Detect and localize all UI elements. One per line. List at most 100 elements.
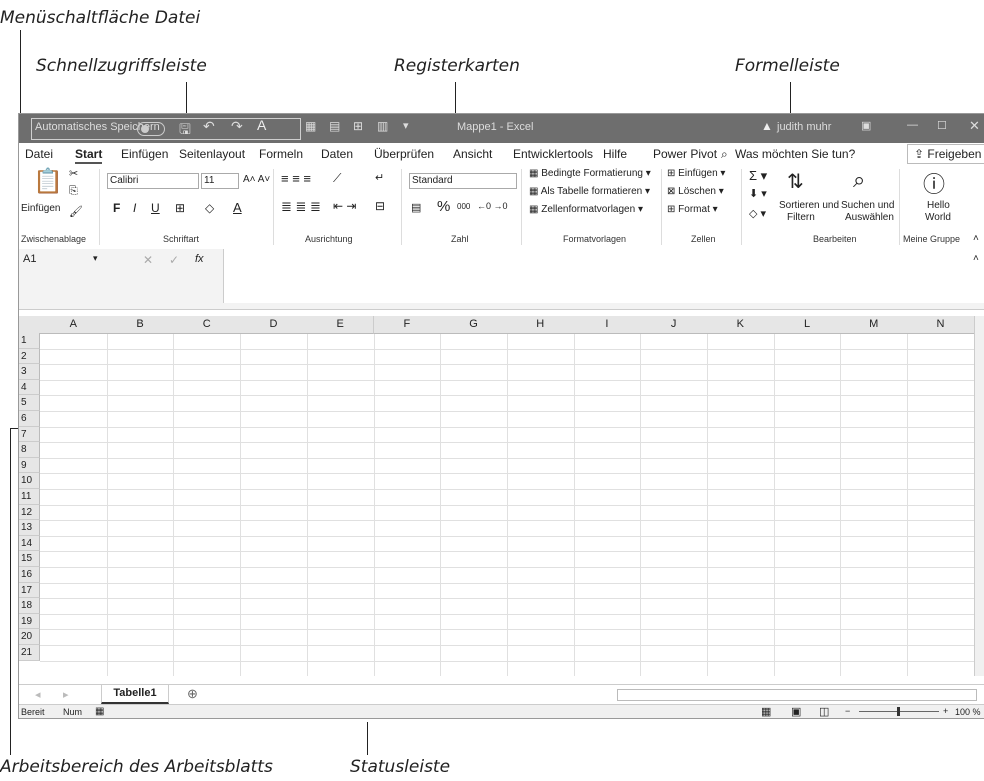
ribbon-display-icon[interactable]: ▣ [861,119,871,132]
row-header-7[interactable]: 7 [19,426,40,443]
orientation-icon[interactable]: ⟋ [333,171,341,186]
column-header-l[interactable]: L [773,316,842,334]
tell-me-box[interactable]: Was möchten Sie tun? [735,147,855,161]
row-header-11[interactable]: 11 [19,489,40,505]
column-header-j[interactable]: J [640,316,708,334]
add-sheet-icon[interactable]: ⊕ [187,686,198,702]
tab-ansicht[interactable]: Ansicht [453,147,492,161]
column-header-n[interactable]: N [907,316,975,334]
fill-color-icon[interactable]: ◇ [205,201,214,215]
column-header-d[interactable]: D [240,316,308,334]
row-header-16[interactable]: 16 [19,567,40,583]
tab-start[interactable]: Start [75,147,103,164]
expand-formula-icon[interactable]: ˄ [973,253,979,264]
name-box[interactable]: A1 ▾ [19,251,105,267]
close-icon[interactable]: ✕ [969,118,980,134]
row-header-6[interactable]: 6 [19,411,40,427]
name-box-dropdown-icon[interactable]: ▾ [93,253,98,264]
merge-cells-icon[interactable]: ⊟ [375,199,385,213]
number-format-select[interactable]: Standard [409,173,517,189]
macro-icon[interactable]: ▦ [305,119,316,133]
redo-icon[interactable]: ↷ [231,118,243,135]
column-header-f[interactable]: F [373,316,442,334]
maximize-icon[interactable]: ☐ [937,119,947,132]
tab-seitenlayout[interactable]: Seitenlayout [179,147,245,161]
column-header-i[interactable]: I [573,316,642,334]
tab-ueberpruefen[interactable]: Überprüfen [374,147,434,161]
zoom-slider-thumb[interactable] [897,707,900,716]
clear-icon[interactable]: ◇ ▾ [749,207,766,220]
row-header-12[interactable]: 12 [19,504,40,521]
percent-button[interactable]: % [437,198,450,215]
find-select-label-1[interactable]: Suchen und [841,200,894,211]
normal-view-icon[interactable]: ▦ [761,705,771,718]
page-break-view-icon[interactable]: ◫ [819,705,829,718]
insert-cells-button[interactable]: ⊞ Einfügen ▾ [667,168,725,179]
zoom-level[interactable]: 100 % [955,707,981,717]
autosum-icon[interactable]: Σ ▾ [749,168,767,184]
vertical-scrollbar[interactable] [974,316,984,676]
row-header-1[interactable]: 1 [19,333,40,349]
insert-function-icon[interactable]: fx [195,253,204,265]
cond-format-button[interactable]: ▦ Bedingte Formatierung ▾ [529,168,651,179]
custom-qat-icon[interactable]: ▥ [377,119,388,133]
user-name[interactable]: judith muhr [777,121,831,133]
hello-world-label-1[interactable]: Hello [927,200,950,211]
font-size-select[interactable]: 11 [201,173,239,189]
next-sheet-icon[interactable]: ▸ [63,688,69,701]
row-header-9[interactable]: 9 [19,457,40,474]
currency-icon[interactable]: ▤ [411,201,421,214]
row-header-13[interactable]: 13 [19,520,40,536]
column-header-b[interactable]: B [106,316,175,334]
page-layout-view-icon[interactable]: ▣ [791,705,801,718]
bold-button[interactable]: F [113,201,120,215]
grow-font-icon[interactable]: A˄ A˅ [243,174,270,185]
cut-icon[interactable]: ✂ [69,167,78,180]
cell-styles-button[interactable]: ▦ Zellenformatvorlagen ▾ [529,204,643,215]
row-header-17[interactable]: 17 [19,582,40,599]
find-select-icon[interactable]: ⌕ [853,167,865,193]
hello-world-label-2[interactable]: World [925,212,951,223]
font-color-icon[interactable]: A [233,200,242,215]
format-as-table-button[interactable]: ▦ Als Tabelle formatieren ▾ [529,186,650,197]
format-cells-button[interactable]: ⊞ Format ▾ [667,204,718,215]
horizontal-align-icons[interactable]: ≣ ≣ ≣ [281,199,321,215]
tab-daten[interactable]: Daten [321,147,353,161]
row-header-5[interactable]: 5 [19,395,40,411]
format-painter-icon[interactable]: 🖌 [69,205,83,218]
thousands-button[interactable]: 000 [457,202,470,211]
prev-sheet-icon[interactable]: ◂ [35,688,41,701]
column-header-c[interactable]: C [173,316,242,334]
row-header-21[interactable]: 21 [19,645,40,661]
collapse-ribbon-icon[interactable]: ˄ [973,233,979,244]
column-header-k[interactable]: K [707,316,775,334]
select-all-corner[interactable] [19,316,41,334]
tab-hilfe[interactable]: Hilfe [603,147,627,161]
formula-input[interactable] [223,249,984,303]
row-header-4[interactable]: 4 [19,379,40,396]
info-icon[interactable]: ⓘ [923,167,945,199]
indent-icons[interactable]: ⇤ ⇥ [333,199,356,213]
share-button[interactable]: ⇪ Freigeben [907,144,984,164]
row-header-3[interactable]: 3 [19,364,40,380]
tab-einfuegen[interactable]: Einfügen [121,147,168,161]
form-icon[interactable]: ▤ [329,119,340,133]
wrap-text-icon[interactable]: ↵ [375,171,384,184]
zoom-out-icon[interactable]: − [845,706,850,716]
horizontal-scrollbar[interactable] [617,689,977,701]
autosave-toggle[interactable] [137,122,165,136]
qat-dropdown-icon[interactable]: ▾ [403,119,409,132]
sheet-tab-tabelle1[interactable]: Tabelle1 [101,685,169,704]
sort-filter-icon[interactable]: ⇅ [787,169,804,194]
row-header-2[interactable]: 2 [19,348,40,365]
fill-icon[interactable]: ⬇ ▾ [749,187,767,200]
column-header-m[interactable]: M [840,316,909,334]
tab-formeln[interactable]: Formeln [259,147,303,161]
org-chart-icon[interactable]: ⊞ [353,119,363,133]
decimal-buttons[interactable]: ←0 →0 [477,201,508,211]
find-select-label-2[interactable]: Auswählen [845,212,894,223]
column-header-h[interactable]: H [506,316,575,334]
row-header-15[interactable]: 15 [19,551,40,567]
tab-datei[interactable]: Datei [25,147,53,161]
column-header-a[interactable]: A [40,316,108,334]
